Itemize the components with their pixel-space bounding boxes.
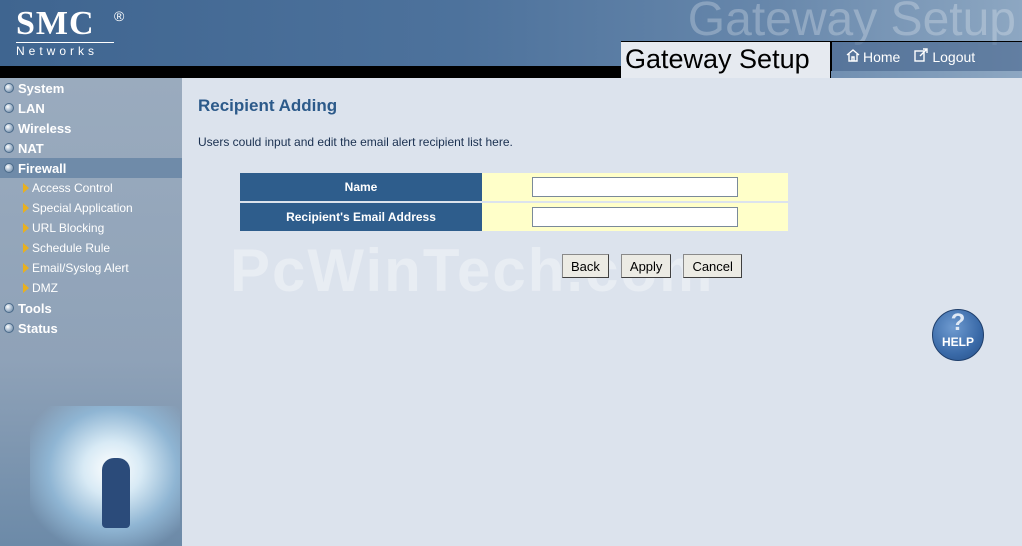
sidebar-subitem-schedule-rule[interactable]: Schedule Rule (0, 238, 182, 258)
sidebar-illustration (30, 406, 180, 546)
bullet-icon (4, 303, 14, 313)
cancel-button[interactable]: Cancel (683, 254, 742, 278)
sidebar-subitem-url-blocking[interactable]: URL Blocking (0, 218, 182, 238)
sidebar-subitem-label: Special Application (32, 201, 133, 215)
form-buttons: Back Apply Cancel (562, 254, 754, 278)
name-input[interactable] (532, 177, 738, 197)
logout-label: Logout (932, 48, 976, 65)
help-label: HELP (941, 335, 974, 349)
sidebar-item-lan[interactable]: LAN (0, 98, 182, 118)
sidebar-item-label: Status (18, 320, 58, 336)
smc-logo: SMC ® Networks (16, 5, 124, 58)
bullet-icon (4, 163, 14, 173)
bullet-icon (4, 123, 14, 133)
sidebar-item-system[interactable]: System (0, 78, 182, 98)
page-title: Recipient Adding (198, 96, 338, 115)
sidebar-subitem-label: URL Blocking (32, 221, 105, 235)
back-button[interactable]: Back (562, 254, 609, 278)
logo-sub: Networks (16, 42, 114, 58)
email-input[interactable] (532, 207, 738, 227)
help-icon: ? (950, 309, 966, 336)
header: Gateway Setup SMC ® Networks Gateway Set… (0, 0, 1022, 78)
top-nav: Home Logout (831, 41, 1022, 71)
home-icon (846, 48, 860, 65)
triangle-right-icon (23, 223, 29, 233)
bullet-icon (4, 83, 14, 93)
sidebar: System LAN Wireless NAT Firewall Access … (0, 78, 182, 546)
logout-link[interactable]: Logout (914, 48, 975, 65)
home-label: Home (863, 48, 901, 65)
sidebar-subitem-label: Access Control (32, 181, 113, 195)
recipient-form: Name Recipient's Email Address (240, 171, 788, 233)
sidebar-item-label: LAN (18, 100, 45, 116)
sidebar-item-status[interactable]: Status (0, 318, 182, 338)
home-link[interactable]: Home (846, 49, 900, 65)
person-figure (102, 458, 130, 528)
bullet-icon (4, 323, 14, 333)
sidebar-item-firewall[interactable]: Firewall (0, 158, 182, 178)
sidebar-subitem-email-syslog-alert[interactable]: Email/Syslog Alert (0, 258, 182, 278)
sidebar-item-tools[interactable]: Tools (0, 298, 182, 318)
bullet-icon (4, 143, 14, 153)
page-description: Users could input and edit the email ale… (198, 135, 513, 149)
page-header-title: Gateway Setup (621, 41, 831, 78)
form-row-email: Recipient's Email Address (240, 203, 788, 231)
sidebar-item-label: NAT (18, 140, 44, 156)
sidebar-item-label: Tools (18, 300, 52, 316)
triangle-right-icon (23, 263, 29, 273)
sidebar-subitem-special-application[interactable]: Special Application (0, 198, 182, 218)
sidebar-subitem-access-control[interactable]: Access Control (0, 178, 182, 198)
sidebar-item-nat[interactable]: NAT (0, 138, 182, 158)
sidebar-subitem-label: Schedule Rule (32, 241, 111, 255)
main-content: PcWinTech.com Recipient Adding Users cou… (182, 78, 1022, 546)
triangle-right-icon (23, 203, 29, 213)
header-divider (0, 66, 621, 78)
sidebar-item-wireless[interactable]: Wireless (0, 118, 182, 138)
sidebar-item-label: Firewall (18, 160, 67, 176)
name-cell (482, 173, 788, 201)
bullet-icon (4, 103, 14, 113)
sidebar-item-label: Wireless (18, 120, 72, 136)
triangle-right-icon (23, 183, 29, 193)
sidebar-item-label: System (18, 80, 65, 96)
logo-registered: ® (114, 8, 125, 24)
sidebar-subitem-label: DMZ (32, 281, 58, 295)
triangle-right-icon (23, 243, 29, 253)
form-row-name: Name (240, 173, 788, 201)
sidebar-subitem-label: Email/Syslog Alert (32, 261, 129, 275)
help-button[interactable]: ? HELP (932, 309, 984, 361)
logo-main: SMC (16, 5, 95, 42)
header-ghost-text: Gateway Setup (687, 0, 1016, 46)
apply-button[interactable]: Apply (620, 254, 672, 278)
sidebar-subitem-dmz[interactable]: DMZ (0, 278, 182, 298)
email-cell (482, 203, 788, 231)
triangle-right-icon (23, 283, 29, 293)
email-label: Recipient's Email Address (240, 203, 482, 231)
name-label: Name (240, 173, 482, 201)
logout-icon (914, 48, 929, 65)
